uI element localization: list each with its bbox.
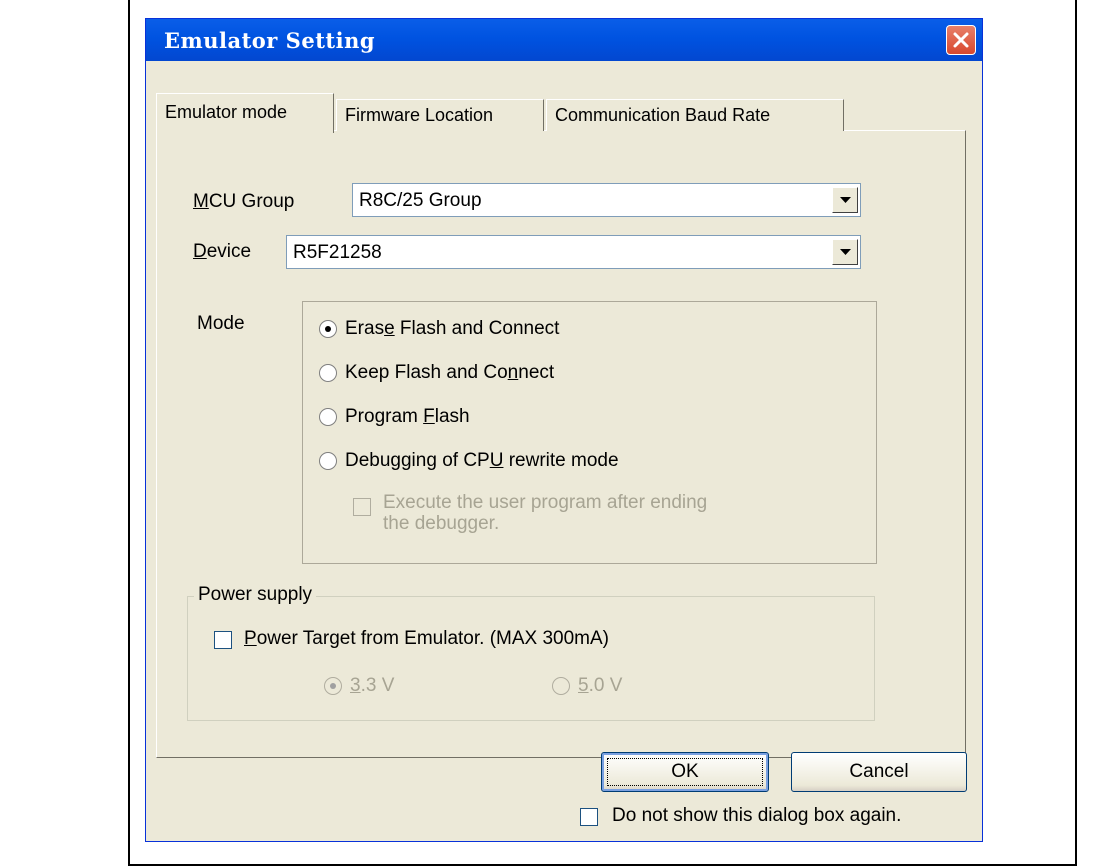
close-icon [953,32,969,48]
cancel-button[interactable]: Cancel [791,752,967,792]
tab-emulator-mode[interactable]: Emulator mode [156,93,334,133]
ok-button[interactable]: OK [601,752,769,792]
mcu-group-label: MCU Group [193,191,295,212]
power-supply-group: Power supply Power Target from Emulator.… [187,584,875,721]
radio-button[interactable] [319,320,337,338]
device-select[interactable]: R5F21258 [286,235,861,269]
device-value: R5F21258 [293,242,382,263]
tab-communication-baud-rate[interactable]: Communication Baud Rate [546,99,844,131]
dialog-title: Emulator Setting [164,28,376,53]
chevron-down-icon [840,197,851,203]
mode-label: Mode [197,313,245,334]
power-supply-legend: Power supply [194,584,317,606]
mcu-group-value: R8C/25 Group [359,190,482,211]
dont-show-again-label: Do not show this dialog box again. [612,805,902,826]
execute-after-debug-label: Execute the user program after ending th… [383,492,708,534]
radio-button[interactable] [319,408,337,426]
mcu-group-dropdown-button[interactable] [832,187,858,213]
radio-button[interactable] [319,364,337,382]
power-target-label: Power Target from Emulator. (MAX 300mA) [244,628,610,649]
emulator-setting-dialog: Emulator Setting MCU Group R8C/25 Group … [145,18,983,842]
tab-firmware-location[interactable]: Firmware Location [336,99,544,131]
tab-panel-emulator-mode: MCU Group R8C/25 Group Device R5F21258 M… [156,130,966,758]
dont-show-again-checkbox[interactable] [580,808,598,826]
close-button[interactable] [946,25,976,55]
chevron-down-icon [840,249,851,255]
radio-button[interactable] [552,677,570,695]
focus-rect [607,758,763,786]
device-label: Device [193,241,252,262]
title-bar[interactable]: Emulator Setting [146,19,982,61]
mcu-group-select[interactable]: R8C/25 Group [352,183,861,217]
device-dropdown-button[interactable] [832,239,858,265]
radio-button[interactable] [324,677,342,695]
radio-button[interactable] [319,452,337,470]
power-target-checkbox[interactable] [214,631,232,649]
execute-after-debug-checkbox[interactable] [353,498,371,516]
mode-box: Erase Flash and Connect Keep Flash and C… [302,301,877,564]
